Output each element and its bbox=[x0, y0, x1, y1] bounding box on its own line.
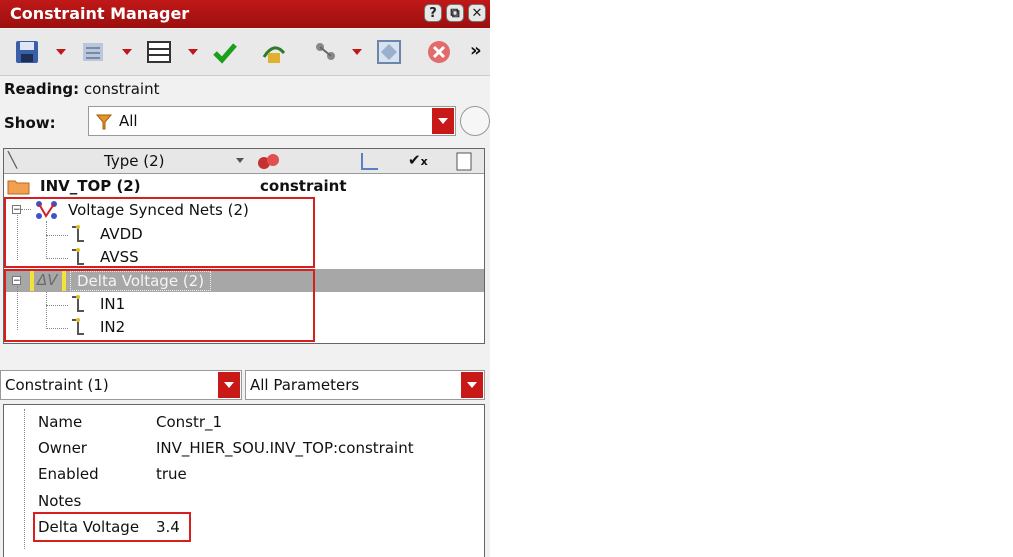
constraint-column-icon[interactable] bbox=[358, 151, 382, 171]
close-button[interactable]: ✕ bbox=[468, 4, 486, 22]
parameters-dropdown-arrow-icon[interactable] bbox=[461, 372, 483, 398]
property-key: Name bbox=[38, 413, 83, 431]
show-dropdown-arrow-icon[interactable] bbox=[432, 108, 454, 134]
property-key: Owner bbox=[38, 439, 87, 457]
column-header-type[interactable]: Type (2) bbox=[104, 152, 164, 170]
show-label: Show: bbox=[4, 114, 56, 132]
window-title: Constraint Manager bbox=[10, 4, 190, 23]
help-button[interactable]: ? bbox=[424, 4, 442, 22]
title-bar: Constraint Manager ? ⧉ ✕ bbox=[0, 0, 490, 28]
type-sort-arrow-icon[interactable] bbox=[236, 158, 244, 163]
check-icon[interactable] bbox=[212, 39, 238, 65]
owner-column-icon[interactable] bbox=[256, 151, 282, 171]
property-key: Enabled bbox=[38, 465, 99, 483]
refresh-icon[interactable] bbox=[260, 39, 288, 65]
reading-label: Reading: bbox=[4, 80, 80, 98]
save-icon[interactable] bbox=[14, 39, 40, 65]
list-dropdown-icon[interactable] bbox=[122, 49, 132, 55]
show-filter-dropdown[interactable]: All bbox=[88, 106, 456, 136]
tree-root-label[interactable]: INV_TOP (2) bbox=[40, 177, 141, 195]
stop-icon[interactable] bbox=[426, 39, 452, 65]
reading-value: constraint bbox=[83, 80, 160, 98]
filter-funnel-icon bbox=[95, 114, 113, 130]
constraint-manager-panel: Constraint Manager ? ⧉ ✕ » Reading: cons… bbox=[0, 0, 490, 557]
property-value[interactable]: Constr_1 bbox=[156, 413, 222, 431]
overflow-chevron-icon[interactable]: » bbox=[470, 40, 482, 61]
parameters-dropdown[interactable]: All Parameters bbox=[245, 370, 485, 400]
toolbar: » bbox=[0, 29, 490, 76]
property-key: Notes bbox=[38, 492, 82, 510]
constraint-dropdown-value: Constraint (1) bbox=[5, 376, 109, 394]
check-column-icon[interactable]: ✔x bbox=[408, 151, 428, 169]
folder-icon bbox=[7, 180, 30, 195]
show-filter-value: All bbox=[119, 112, 138, 130]
annotation-box-delta-voltage-property bbox=[33, 512, 191, 542]
tree-header: ╲ Type (2) ✔x bbox=[4, 149, 484, 174]
reading-row: Reading: constraint bbox=[4, 80, 159, 98]
table-dropdown-icon[interactable] bbox=[188, 49, 198, 55]
annotation-box-delta-voltage bbox=[4, 269, 315, 342]
network-icon[interactable] bbox=[312, 39, 338, 65]
notes-column-icon[interactable] bbox=[454, 151, 474, 171]
sort-corner-icon[interactable]: ╲ bbox=[8, 151, 17, 169]
list-view-icon[interactable] bbox=[80, 39, 106, 65]
tree-connector bbox=[24, 409, 25, 549]
constraint-count-dropdown[interactable]: Constraint (1) bbox=[0, 370, 242, 400]
constraint-dropdown-arrow-icon[interactable] bbox=[218, 372, 240, 398]
save-dropdown-icon[interactable] bbox=[56, 49, 66, 55]
property-value[interactable]: INV_HIER_SOU.INV_TOP:constraint bbox=[156, 439, 414, 457]
parameters-dropdown-value: All Parameters bbox=[250, 376, 360, 394]
tree-root-value: constraint bbox=[260, 177, 347, 195]
options-round-button[interactable] bbox=[460, 106, 490, 136]
network-dropdown-icon[interactable] bbox=[352, 49, 362, 55]
table-icon[interactable] bbox=[146, 39, 172, 65]
annotation-box-voltage-synced bbox=[4, 197, 315, 268]
property-value[interactable]: true bbox=[156, 465, 187, 483]
fit-view-icon[interactable] bbox=[376, 39, 402, 65]
restore-button[interactable]: ⧉ bbox=[446, 4, 464, 22]
